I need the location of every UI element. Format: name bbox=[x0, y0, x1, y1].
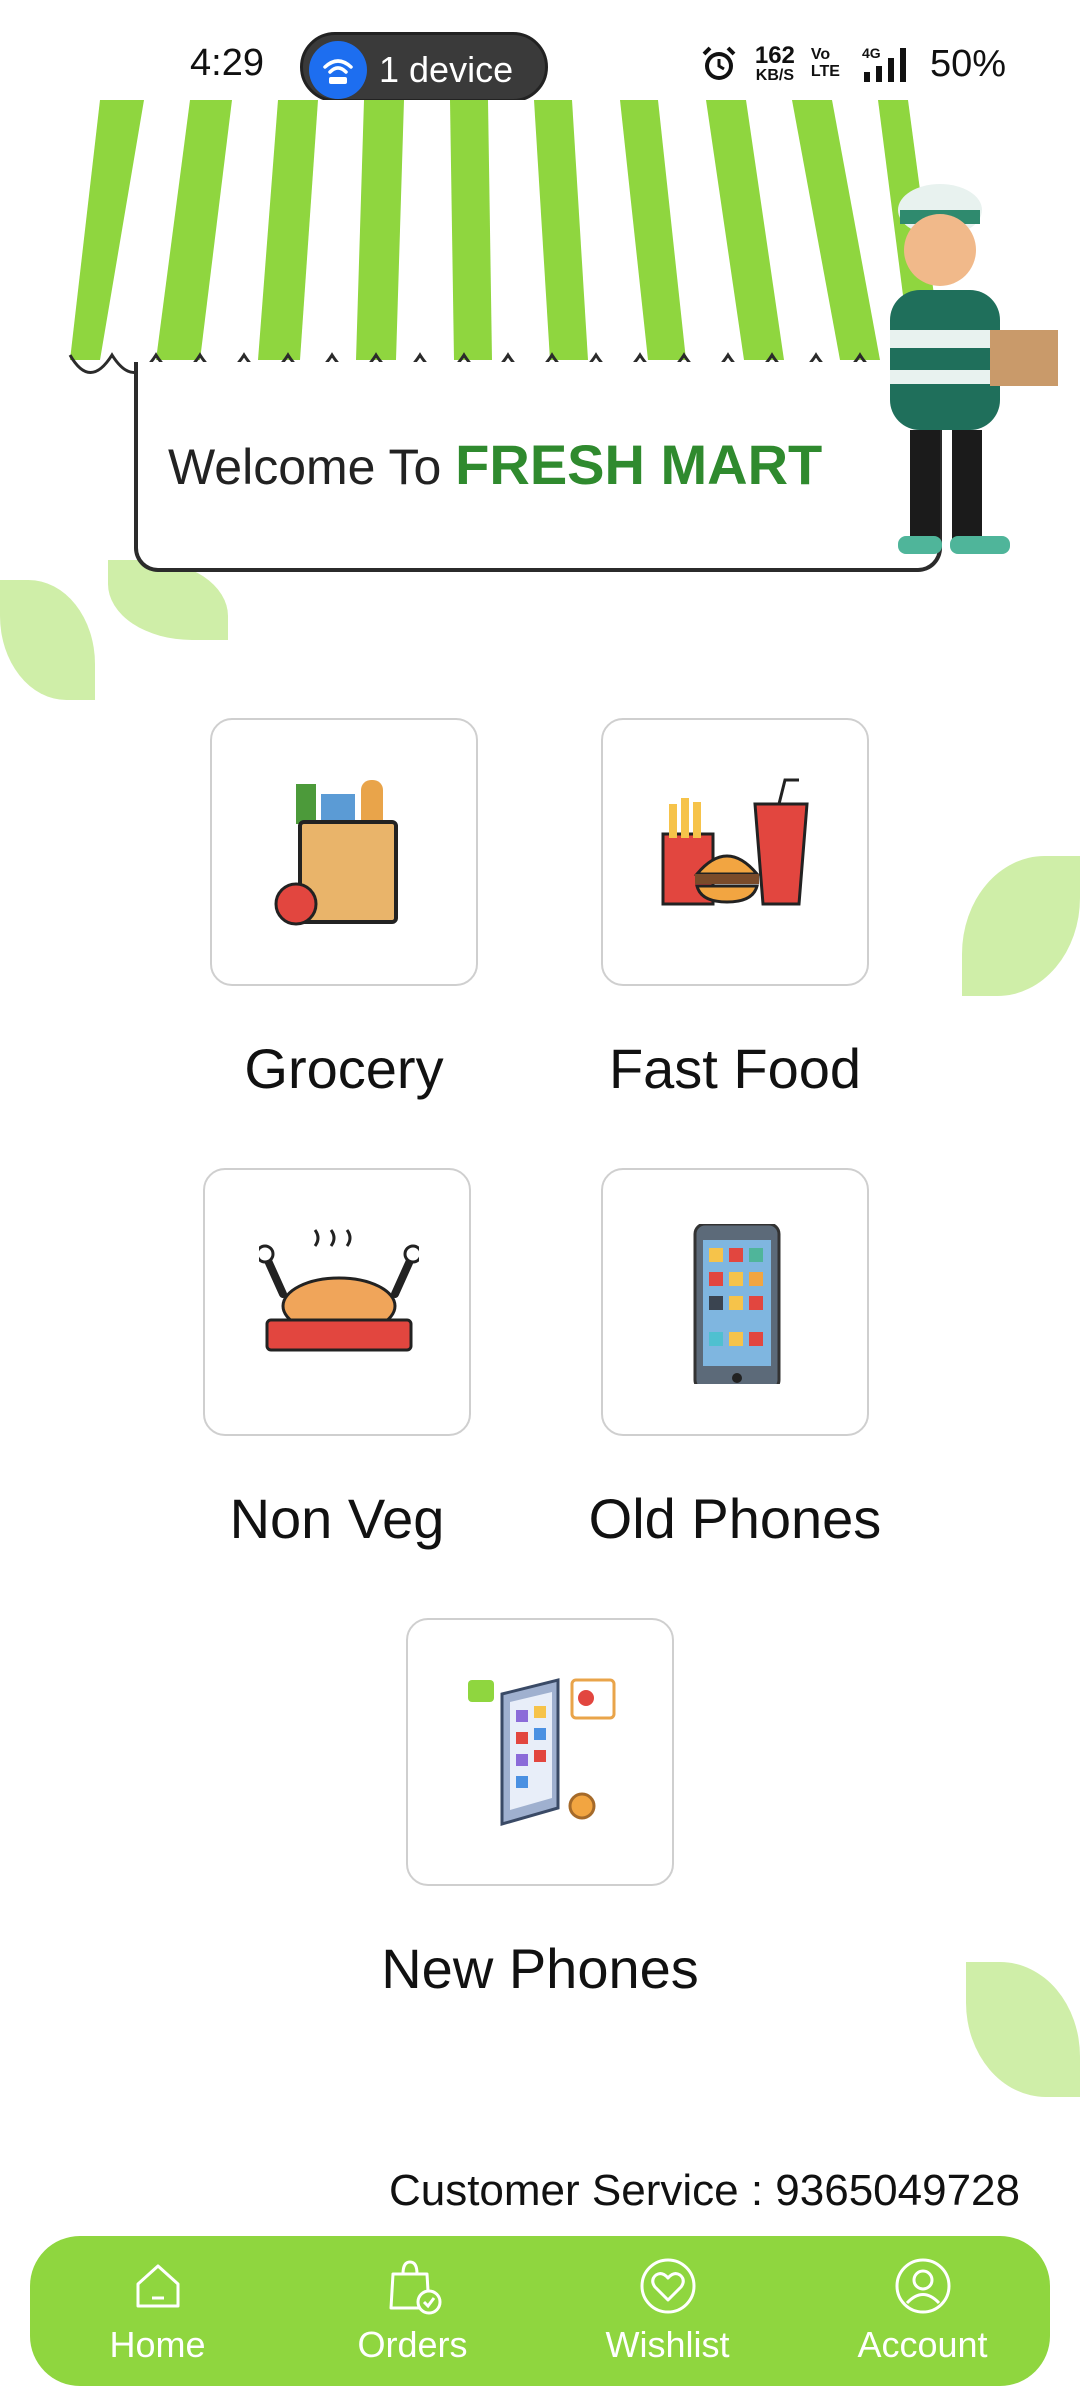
category-non-veg[interactable]: Non Veg bbox=[203, 1168, 471, 1550]
roast-chicken-icon bbox=[259, 1229, 419, 1352]
welcome-banner: Welcome To FRESH MART bbox=[60, 100, 1070, 580]
category-label: Old Phones bbox=[588, 1487, 882, 1550]
category-card[interactable] bbox=[601, 1168, 869, 1436]
category-grocery[interactable]: Grocery bbox=[210, 718, 478, 1100]
orders-bag-icon bbox=[389, 2260, 441, 2315]
category-new-phones[interactable]: New Phones bbox=[381, 1618, 699, 2000]
nav-label-wishlist: Wishlist bbox=[605, 2324, 730, 2365]
nav-account[interactable]: Account bbox=[813, 2236, 1033, 2386]
hotspot-label: 1 device bbox=[379, 49, 514, 90]
delivery-person-illustration bbox=[890, 184, 1058, 554]
network-type: 4G bbox=[862, 45, 881, 61]
nav-label-orders: Orders bbox=[357, 2324, 468, 2365]
hotspot-icon bbox=[309, 41, 367, 99]
leaf-decoration bbox=[962, 856, 1080, 996]
leaf-decoration bbox=[0, 580, 95, 700]
customer-service-text: Customer Service : 9365049728 bbox=[388, 2166, 1020, 2215]
category-old-phones[interactable]: Old Phones bbox=[589, 1168, 881, 1550]
category-card[interactable] bbox=[210, 718, 478, 986]
battery-level: 50% bbox=[929, 42, 1006, 85]
welcome-title: Welcome To FRESH MART bbox=[168, 433, 823, 496]
awning-graphic bbox=[68, 100, 950, 374]
network-speed: 162 KB/S bbox=[754, 42, 795, 84]
category-label: Fast Food bbox=[608, 1037, 862, 1100]
account-icon bbox=[895, 2258, 950, 2314]
category-fast-food[interactable]: Fast Food bbox=[601, 718, 869, 1100]
old-phone-icon bbox=[693, 1224, 781, 1384]
bottom-navigation: Home Orders Wishlist Account bbox=[30, 2236, 1050, 2386]
alarm-icon bbox=[702, 46, 736, 80]
brand-name: FRESH MART bbox=[455, 433, 823, 496]
fast-food-icon bbox=[661, 778, 809, 906]
home-icon bbox=[136, 2264, 179, 2308]
nav-home[interactable]: Home bbox=[48, 2236, 268, 2386]
heart-icon bbox=[640, 2258, 695, 2314]
nav-label-home: Home bbox=[109, 2324, 206, 2365]
nav-wishlist[interactable]: Wishlist bbox=[558, 2236, 778, 2386]
category-label: New Phones bbox=[381, 1937, 699, 2000]
category-card[interactable] bbox=[601, 718, 869, 986]
volte-indicator: Vo LTE bbox=[810, 46, 840, 80]
status-icons: 162 KB/S Vo LTE 4G 50% bbox=[699, 40, 1006, 88]
sign-board: Welcome To FRESH MART bbox=[134, 362, 942, 572]
grocery-bag-icon bbox=[274, 780, 398, 926]
signal-icon: 4G bbox=[862, 45, 906, 82]
category-card[interactable] bbox=[406, 1618, 674, 1886]
hotspot-indicator[interactable]: 1 device bbox=[300, 32, 548, 102]
category-card[interactable] bbox=[203, 1168, 471, 1436]
nav-orders[interactable]: Orders bbox=[303, 2236, 523, 2386]
leaf-decoration bbox=[966, 1962, 1080, 2097]
new-phone-icon bbox=[468, 1678, 616, 1826]
status-time: 4:29 bbox=[190, 42, 264, 84]
nav-label-account: Account bbox=[857, 2324, 988, 2365]
